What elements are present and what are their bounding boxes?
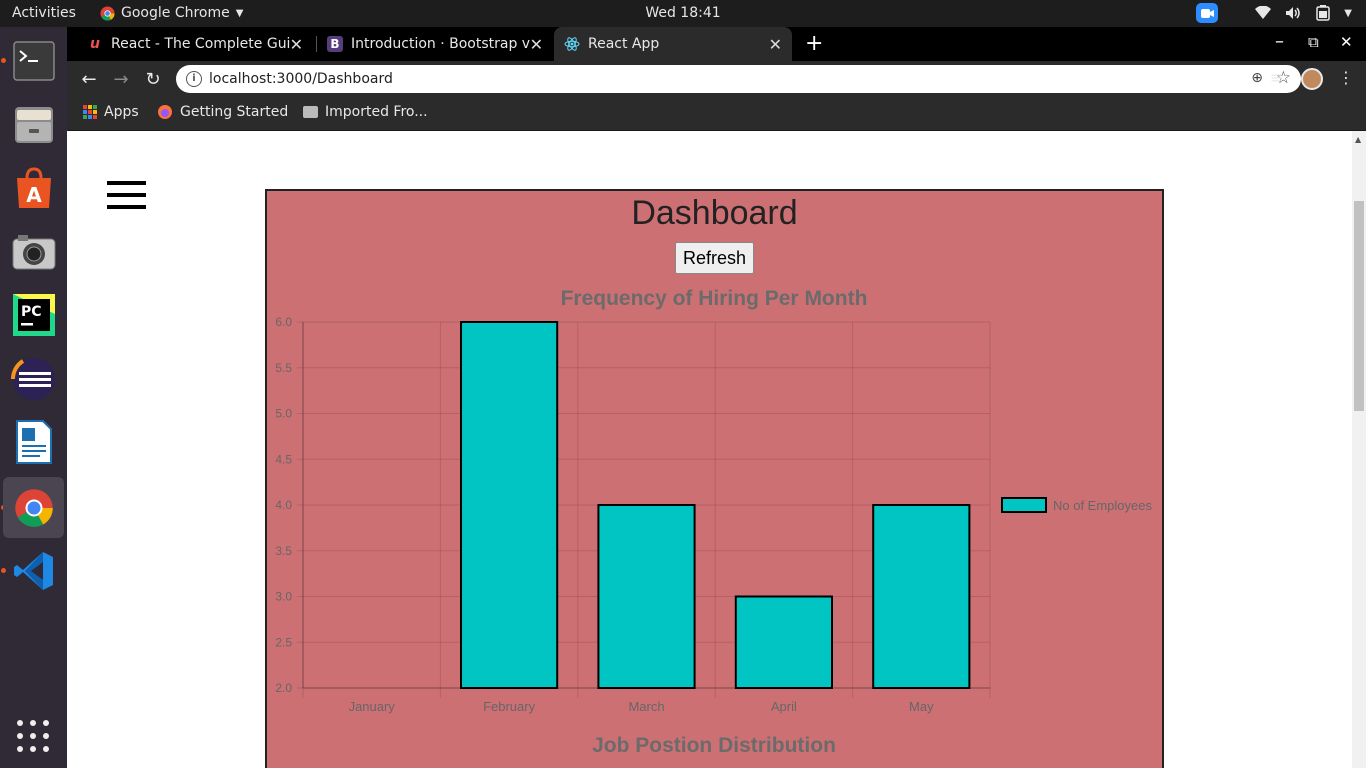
chevron-down-icon: ▼ [235, 7, 244, 19]
bar[interactable] [460, 321, 559, 689]
pycharm-icon[interactable]: PC [3, 284, 64, 345]
bookmark-getting-started[interactable]: Getting Started [157, 104, 288, 120]
legend-swatch [1001, 497, 1047, 513]
activities-button[interactable]: Activities [12, 5, 76, 21]
refresh-button[interactable]: Refresh [675, 242, 754, 274]
system-top-bar: Activities Google Chrome ▼ Wed 18:41 ▼ [0, 0, 1366, 27]
close-window-icon[interactable]: ✕ [1340, 33, 1353, 51]
y-tick-label: 2.0 [275, 681, 292, 695]
x-axis: January February March April May [349, 699, 935, 714]
apps-grid-icon [83, 105, 97, 119]
y-tick-label: 3.0 [275, 590, 292, 604]
avatar[interactable] [1301, 68, 1323, 90]
wifi-icon[interactable] [1254, 4, 1272, 22]
chart-title: Frequency of Hiring Per Month [561, 287, 868, 310]
site-info-icon[interactable]: i [186, 71, 202, 87]
app-menu[interactable]: Google Chrome ▼ [100, 5, 243, 21]
system-tray[interactable]: ▼ [1196, 3, 1352, 23]
chrome-icon[interactable] [3, 477, 64, 538]
back-icon[interactable]: ← [77, 67, 101, 91]
dashboard-panel: Dashboard Refresh Frequency of Hiring Pe… [265, 189, 1164, 768]
new-tab-icon[interactable]: + [805, 31, 823, 56]
y-tick-label: 4.5 [275, 452, 292, 466]
terminal-icon[interactable] [3, 30, 64, 91]
close-tab-icon[interactable]: ✕ [530, 35, 543, 54]
svg-text:PC: PC [21, 304, 42, 320]
scroll-up-icon[interactable]: ▲ [1355, 135, 1361, 144]
page-content: Dashboard Refresh Frequency of Hiring Pe… [67, 131, 1352, 768]
x-tick-label: February [483, 699, 536, 714]
bookmarks-bar: Apps Getting Started Imported Fro... [67, 97, 1366, 131]
y-axis: 2.0 2.5 3.0 3.5 4.0 4.5 5.0 5.5 6.0 [275, 315, 292, 695]
folder-icon [303, 106, 318, 118]
media-controls-icon[interactable]: ≡ [1270, 68, 1283, 87]
restore-icon[interactable]: ⧉ [1308, 33, 1319, 51]
bookmark-imported[interactable]: Imported Fro... [303, 104, 428, 120]
power-menu-chevron-icon[interactable]: ▼ [1344, 8, 1352, 19]
minimize-icon[interactable]: – [1275, 31, 1284, 52]
bookmark-label: Getting Started [180, 104, 289, 120]
bar[interactable] [734, 595, 833, 689]
firefox-icon [158, 105, 172, 119]
reload-icon[interactable]: ↻ [141, 67, 165, 91]
bookmark-label: Imported Fro... [325, 104, 428, 120]
address-bar[interactable]: i ⊕ ☆ [176, 65, 1301, 93]
bootstrap-icon: B [327, 36, 343, 52]
hiring-bar-chart: Frequency of Hiring Per Month 2.0 2.5 3.0 3… [275, 287, 1152, 757]
more-menu-icon[interactable]: ⋮ [1338, 68, 1354, 87]
svg-text:A: A [26, 183, 42, 207]
y-tick-label: 5.5 [275, 361, 292, 375]
second-chart-title: Job Postion Distribution [592, 734, 836, 757]
forward-icon[interactable]: → [109, 67, 133, 91]
show-applications-icon[interactable] [17, 720, 49, 752]
app-menu-label: Google Chrome [121, 5, 230, 21]
udemy-icon: u [90, 36, 100, 52]
tab-title: React - The Complete Guide [111, 36, 291, 52]
tab-bootstrap[interactable]: B Introduction · Bootstrap v ✕ [317, 27, 553, 61]
x-tick-label: April [771, 699, 797, 714]
zoom-icon[interactable] [1196, 3, 1219, 23]
camera-icon[interactable] [3, 221, 64, 282]
hamburger-menu-icon[interactable] [107, 181, 146, 209]
eclipse-icon[interactable] [3, 348, 64, 409]
tab-react-app[interactable]: React App ✕ [554, 27, 792, 61]
scrollbar-thumb[interactable] [1354, 201, 1364, 411]
react-icon [564, 36, 580, 52]
zoom-level-icon[interactable]: ⊕ [1251, 70, 1263, 86]
tab-react-course[interactable]: u React - The Complete Guide ✕ [77, 27, 313, 61]
legend-label: No of Employees [1053, 498, 1152, 513]
bookmark-apps[interactable]: Apps [83, 104, 139, 120]
dock: A PC [0, 27, 67, 768]
y-tick-label: 5.0 [275, 407, 292, 421]
bar[interactable] [872, 504, 971, 689]
battery-icon[interactable] [1314, 4, 1332, 22]
browser-toolbar: ← → ↻ i ⊕ ☆ ≡ ⋮ [67, 61, 1366, 97]
x-tick-label: May [909, 699, 934, 714]
tab-title: React App [588, 36, 660, 52]
volume-icon[interactable] [1284, 4, 1302, 22]
chart-legend[interactable]: No of Employees [1001, 497, 1152, 513]
vscode-icon[interactable] [3, 540, 64, 601]
tab-title: Introduction · Bootstrap v [351, 36, 531, 52]
bookmark-label: Apps [104, 104, 139, 120]
y-tick-label: 6.0 [275, 315, 292, 329]
y-tick-label: 3.5 [275, 544, 292, 558]
files-icon[interactable] [3, 93, 64, 154]
x-tick-label: January [349, 699, 396, 714]
y-tick-label: 2.5 [275, 635, 292, 649]
close-tab-icon[interactable]: ✕ [290, 35, 303, 54]
close-tab-icon[interactable]: ✕ [769, 35, 782, 54]
chrome-icon [100, 5, 115, 21]
page-scrollbar[interactable]: ▲ [1352, 131, 1366, 768]
browser-window: u React - The Complete Guide ✕ B Introdu… [67, 27, 1366, 768]
url-input[interactable] [209, 69, 1109, 89]
tab-strip: u React - The Complete Guide ✕ B Introdu… [67, 27, 1366, 61]
page-title: Dashboard [631, 194, 798, 232]
bar[interactable] [597, 504, 696, 689]
x-tick-label: March [628, 699, 664, 714]
y-tick-label: 4.0 [275, 498, 292, 512]
writer-icon[interactable] [3, 411, 64, 472]
software-center-icon[interactable]: A [3, 157, 64, 218]
clock[interactable]: Wed 18:41 [645, 5, 720, 21]
